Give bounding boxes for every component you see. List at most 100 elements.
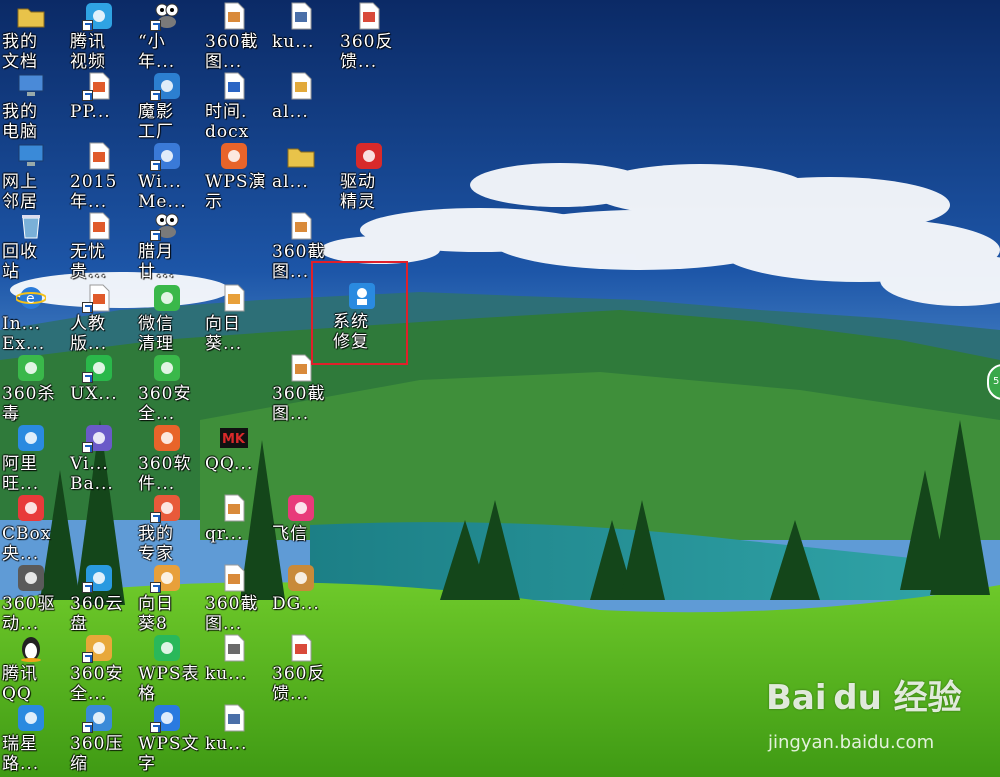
desktop-icon-label: 时间. docx <box>205 102 250 142</box>
svg-text:e: e <box>26 291 35 307</box>
desktop-icon[interactable]: 360反 馈... <box>338 0 404 72</box>
desktop-icon-label: 向日 葵... <box>205 314 243 354</box>
aliwangwang-icon <box>16 424 46 452</box>
desktop-icon-label: CBox 央... <box>2 524 52 564</box>
mk-icon: MK <box>219 424 249 452</box>
watermark-logo: Bai du 经验 <box>766 678 962 718</box>
desktop-icon[interactable]: 向日 葵8 <box>136 562 202 634</box>
desktop-icon[interactable]: 360反 馈... <box>270 632 336 704</box>
desktop-icon[interactable]: 360截 图... <box>203 0 269 72</box>
desktop-icon-label: 360截 图... <box>205 32 259 72</box>
desktop-icon-label: 向日 葵8 <box>138 594 174 634</box>
desktop-icon[interactable]: 驱动 精灵 <box>338 140 404 212</box>
desktop-icon[interactable]: 向日 葵... <box>203 282 269 354</box>
desktop-icon[interactable]: e In... Ex... <box>0 282 66 354</box>
desktop-icon[interactable]: 360驱 动... <box>0 562 66 634</box>
desktop-icon[interactable]: Wi... Me... <box>136 140 202 212</box>
driver-genius-icon <box>354 142 384 170</box>
desktop-icon-label: 360压 缩 <box>70 734 124 774</box>
desktop-icon-label: ku... <box>205 734 248 754</box>
desktop-icon[interactable]: 360压 缩 <box>68 702 134 774</box>
desktop-icon[interactable]: 微信 清理 <box>136 282 202 354</box>
desktop-icon-label: UX... <box>70 384 118 404</box>
ppt-file-icon <box>84 212 114 240</box>
watermark: Bai du 经验 jingyan.baidu.com <box>766 670 966 760</box>
desktop-icon[interactable]: 阿里 旺... <box>0 422 66 494</box>
desktop-icon[interactable]: 人教 版... <box>68 282 134 354</box>
desktop-icon[interactable]: 魔影 工厂 <box>136 70 202 142</box>
desktop-icon-label: PP... <box>70 102 111 122</box>
desktop-icon[interactable]: 时间. docx <box>203 70 269 142</box>
desktop-icon[interactable]: al... <box>270 70 336 140</box>
desktop-icon[interactable]: WPS表 格 <box>136 632 202 704</box>
desktop-icon[interactable]: ku... <box>270 0 336 70</box>
folder-docs-icon <box>16 2 46 30</box>
desktop-icon[interactable]: 360截 图... <box>203 562 269 634</box>
desktop-icon-label: qr... <box>205 524 244 544</box>
desktop-icon[interactable]: 360安 全... <box>68 632 134 704</box>
desktop-icon[interactable]: 360云 盘 <box>68 562 134 634</box>
watermark-url: jingyan.baidu.com <box>768 732 935 753</box>
desktop-icon[interactable]: qr... <box>203 492 269 562</box>
desktop-icon[interactable]: Vi... Ba... <box>68 422 134 494</box>
highlight-box <box>311 261 408 365</box>
desktop-icon-label: QQ... <box>205 454 254 474</box>
desktop-icon-label: al... <box>272 102 309 122</box>
sunflower-file-icon <box>219 284 249 312</box>
desktop-icon[interactable]: 360杀 毒 <box>0 352 66 424</box>
desktop-icon[interactable]: CBox 央... <box>0 492 66 564</box>
desktop-icon[interactable]: ku... <box>203 702 269 772</box>
desktop-icon[interactable]: ku... <box>203 632 269 702</box>
desktop-icon[interactable]: 网上 邻居 <box>0 140 66 212</box>
desktop-icon[interactable]: 360软 件... <box>136 422 202 494</box>
desktop-icon[interactable]: 2015 年... <box>68 140 134 212</box>
desktop-icon-label: 驱动 精灵 <box>340 172 376 212</box>
desktop-icon[interactable]: 腾讯 QQ <box>0 632 66 704</box>
internet-explorer-icon: e <box>16 284 46 312</box>
desktop-icon-label: 回收 站 <box>2 242 38 282</box>
desktop-icon[interactable]: 瑞星 路... <box>0 702 66 774</box>
desktop-icon-label: 瑞星 路... <box>2 734 40 774</box>
desktop-icon-label: 360截 图... <box>272 384 326 424</box>
desktop-icon-label: Wi... Me... <box>138 172 187 212</box>
desktop-icon[interactable]: 360安 全... <box>136 352 202 424</box>
desktop-icon[interactable]: 无忧 贵... <box>68 210 134 282</box>
desktop[interactable]: 我的 文档 腾讯 视频 “小 年... 360截 图... ku... 360反 馈...… <box>0 0 1000 777</box>
fetion-icon <box>286 494 316 522</box>
desktop-icon[interactable]: 我的 电脑 <box>0 70 66 142</box>
desktop-icon-label: 腊月 廿... <box>138 242 176 282</box>
desktop-icon[interactable]: 我的 专家 <box>136 492 202 564</box>
box-icon <box>286 564 316 592</box>
desktop-icon[interactable]: PP... <box>68 70 134 140</box>
desktop-icon-label: 网上 邻居 <box>2 172 38 212</box>
desktop-icon-label: In... Ex... <box>2 314 46 354</box>
shortcut-arrow-icon <box>150 90 161 101</box>
driver-360-icon <box>16 564 46 592</box>
shortcut-arrow-icon <box>150 512 161 523</box>
desktop-icon[interactable]: al... <box>270 140 336 210</box>
desktop-icon-label: Vi... Ba... <box>70 454 114 494</box>
shortcut-arrow-icon <box>82 302 93 313</box>
desktop-icon[interactable]: 回收 站 <box>0 210 66 282</box>
desktop-icon[interactable]: WPS演 示 <box>203 140 269 212</box>
desktop-icon[interactable]: 飞信 <box>270 492 336 562</box>
desktop-icon[interactable]: DG... <box>270 562 336 632</box>
desktop-icon-label: DG... <box>272 594 320 614</box>
desktop-icon[interactable]: “小 年... <box>136 0 202 72</box>
network-icon <box>16 142 46 170</box>
feedback-file-icon <box>354 2 384 30</box>
shortcut-arrow-icon <box>82 372 93 383</box>
desktop-icon[interactable]: 腾讯 视频 <box>68 0 134 72</box>
desktop-icon-label: 360截 图... <box>205 594 259 634</box>
cbox-icon <box>16 494 46 522</box>
wav-file-icon <box>286 2 316 30</box>
desktop-icon[interactable]: MK QQ... <box>203 422 269 492</box>
desktop-icon[interactable]: WPS文 字 <box>136 702 202 774</box>
desktop-icon[interactable]: 腊月 廿... <box>136 210 202 282</box>
desktop-icon[interactable]: 我的 文档 <box>0 0 66 72</box>
desktop-icon-label: 我的 电脑 <box>2 102 38 142</box>
desktop-icon[interactable]: UX... <box>68 352 134 422</box>
ppt-file-icon <box>84 142 114 170</box>
audio-file-icon <box>219 704 249 732</box>
desktop-icon-label: 360云 盘 <box>70 594 124 634</box>
